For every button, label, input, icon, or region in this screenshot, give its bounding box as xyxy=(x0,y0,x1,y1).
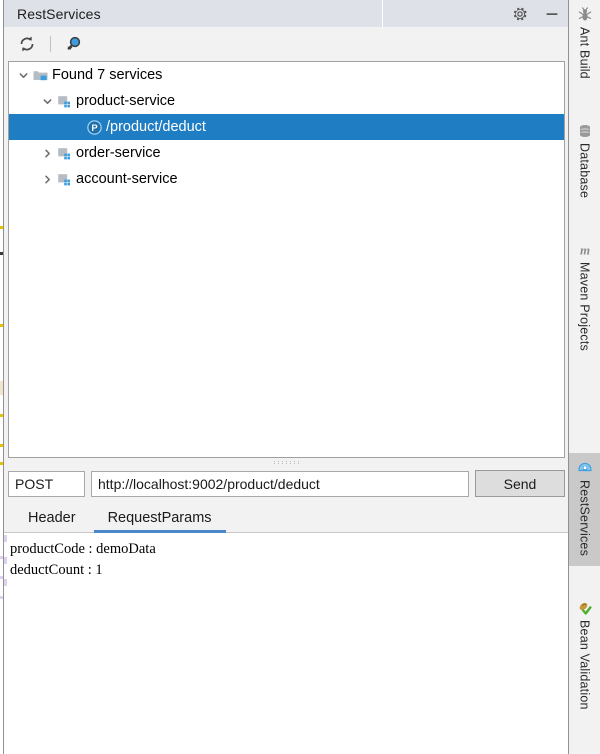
module-icon xyxy=(56,171,73,188)
tree-node-product-service[interactable]: product-service xyxy=(9,88,564,114)
post-method-icon: P xyxy=(86,119,103,136)
maven-icon: m xyxy=(577,242,593,258)
tree-node-account-service[interactable]: account-service xyxy=(9,166,564,192)
tree-node-label: /product/deduct xyxy=(106,118,206,135)
services-tree[interactable]: Found 7 services product-service P /prod… xyxy=(8,61,565,458)
ant-icon xyxy=(577,7,593,23)
tree-node-product-deduct[interactable]: P /product/deduct xyxy=(9,114,564,140)
folder-icon xyxy=(32,67,49,84)
tree-node-label: Found 7 services xyxy=(52,66,163,83)
svg-text:P: P xyxy=(91,123,98,134)
sidebar-item-label: Bean Validation xyxy=(577,619,592,710)
sidebar-item-maven-projects[interactable]: m Maven Projects xyxy=(569,235,600,361)
sidebar-item-label: RestServices xyxy=(577,479,592,556)
chevron-down-icon[interactable] xyxy=(39,93,56,110)
tool-window-toolbar xyxy=(4,27,569,61)
sidebar-item-database[interactable]: Database xyxy=(569,116,600,208)
header-divider xyxy=(382,0,383,27)
request-params-text[interactable]: productCode : demoData deductCount : 1 xyxy=(8,533,569,754)
tree-node-label: product-service xyxy=(76,92,176,109)
tool-window-title: RestServices xyxy=(17,5,101,22)
params-gutter xyxy=(4,533,8,754)
http-method-input[interactable] xyxy=(8,470,85,497)
request-url-input[interactable] xyxy=(91,470,469,497)
refresh-icon[interactable] xyxy=(14,31,40,57)
tree-node-order-service[interactable]: order-service xyxy=(9,140,564,166)
database-icon xyxy=(577,123,593,139)
chevron-right-icon[interactable] xyxy=(39,171,56,188)
sidebar-item-bean-validation[interactable]: Bean Validation xyxy=(569,593,600,720)
sidebar-item-ant-build[interactable]: Ant Build xyxy=(569,0,600,89)
sidebar-item-label: Ant Build xyxy=(577,27,592,79)
toolbar-divider xyxy=(50,36,51,52)
svg-text:m: m xyxy=(579,242,589,257)
sidebar-item-label: Database xyxy=(577,142,592,198)
panel-splitter[interactable] xyxy=(4,458,569,467)
sidebar-item-restservices[interactable]: RestServices xyxy=(569,452,600,566)
sidebar-item-label: Maven Projects xyxy=(577,261,592,351)
request-url-bar: Send xyxy=(4,467,569,500)
gear-icon[interactable] xyxy=(511,5,529,23)
tree-node-label: account-service xyxy=(76,170,178,187)
tab-header[interactable]: Header xyxy=(14,510,90,532)
tab-request-params[interactable]: RequestParams xyxy=(93,510,226,533)
restservices-icon xyxy=(577,460,593,476)
splitter-grip xyxy=(273,461,300,465)
chevron-right-icon[interactable] xyxy=(39,145,56,162)
module-icon xyxy=(56,145,73,162)
tree-node-found-services[interactable]: Found 7 services xyxy=(9,62,564,88)
tree-node-label: order-service xyxy=(76,144,161,161)
module-icon xyxy=(56,93,73,110)
right-tool-sidebar: Ant Build Database m Maven Projects Rest… xyxy=(568,0,600,754)
bean-validation-icon xyxy=(577,600,593,616)
search-dropdown-icon[interactable] xyxy=(61,31,87,57)
restservices-tool-window: RestServices Found 7 services product-se… xyxy=(3,0,569,754)
chevron-down-icon[interactable] xyxy=(15,67,32,84)
request-tabs: Header RequestParams xyxy=(4,500,569,533)
send-button[interactable]: Send xyxy=(475,470,565,497)
request-params-editor[interactable]: productCode : demoData deductCount : 1 xyxy=(4,533,569,754)
tool-window-header: RestServices xyxy=(4,0,569,27)
minimize-icon[interactable] xyxy=(543,5,561,23)
